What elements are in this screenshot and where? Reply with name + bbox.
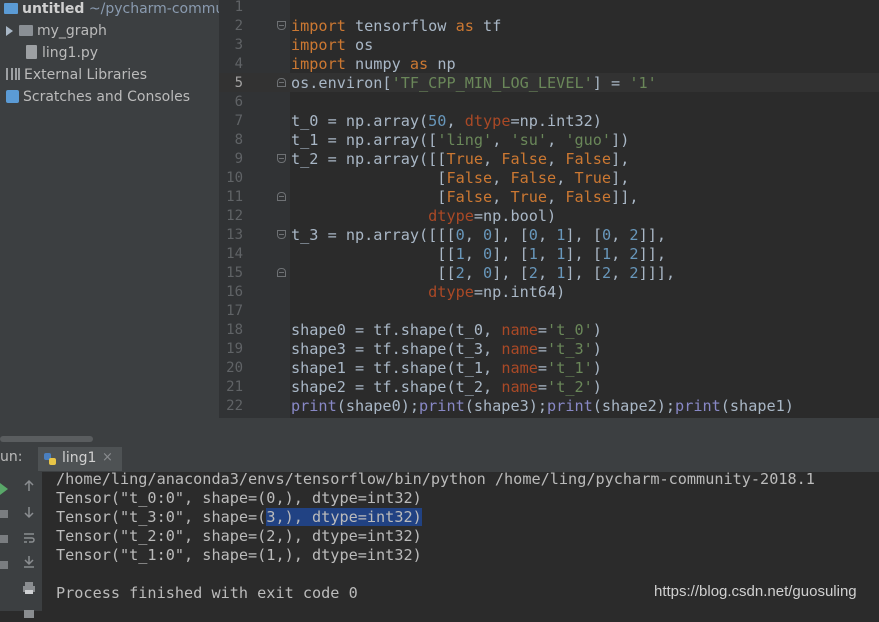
code-line: import tensorflow as tf	[291, 17, 502, 35]
horizontal-scrollbar-track	[0, 418, 879, 444]
line-number: 11	[226, 189, 243, 205]
line-number: 8	[234, 132, 243, 148]
code-line: dtype=np.bool)	[428, 207, 557, 225]
line-number: 18	[226, 322, 243, 338]
pin-icon[interactable]	[0, 530, 14, 544]
code-line: [[2, 0], [2, 1], [2, 2]]],	[291, 264, 676, 282]
line-number-current: 5	[234, 75, 243, 91]
line-number: 6	[234, 94, 243, 110]
console-selection: 3,), dtype=int32)	[266, 508, 422, 526]
soft-wrap-icon[interactable]	[22, 530, 36, 544]
line-number: 2	[234, 18, 243, 34]
scroll-up-icon[interactable]	[22, 478, 36, 492]
code-line: import numpy as np	[291, 55, 456, 73]
rerun-icon[interactable]	[0, 480, 14, 495]
scroll-to-end-icon[interactable]	[22, 554, 36, 568]
line-number: 12	[226, 208, 243, 224]
line-number: 22	[226, 398, 243, 414]
code-line: [False, False, True],	[291, 169, 630, 187]
fold-marker-icon[interactable]	[277, 21, 286, 30]
code-line: [False, True, False]],	[291, 188, 639, 206]
code-line: t_2 = np.array([[True, False, False],	[291, 150, 630, 168]
watermark: https://blog.csdn.net/guosuling	[654, 583, 857, 600]
run-label: un:	[0, 449, 23, 465]
fold-marker-icon[interactable]	[277, 268, 286, 277]
fold-marker-icon[interactable]	[277, 230, 286, 239]
console-line: Tensor("t_2:0", shape=(2,), dtype=int32)	[56, 527, 422, 545]
fold-marker-icon[interactable]	[277, 78, 286, 87]
code-line: shape2 = tf.shape(t_2, name='t_2')	[291, 378, 602, 396]
line-number: 15	[226, 265, 243, 281]
fold-marker-icon[interactable]	[277, 192, 286, 201]
code-line: import os	[291, 36, 374, 54]
line-number: 21	[226, 379, 243, 395]
horizontal-scrollbar-thumb[interactable]	[0, 436, 93, 442]
run-panel-header	[0, 444, 879, 473]
code-line: shape3 = tf.shape(t_3, name='t_3')	[291, 340, 602, 358]
console-line: Tensor("t_1:0", shape=(1,), dtype=int32)	[56, 546, 422, 564]
code-line: print(shape0);print(shape3);print(shape2…	[291, 397, 794, 415]
line-number: 16	[226, 284, 243, 300]
code-line: t_0 = np.array(50, dtype=np.int32)	[291, 112, 602, 130]
print-icon[interactable]	[22, 580, 36, 594]
line-number: 3	[234, 37, 243, 53]
console-line-part: Tensor("t_3:0", shape=(	[56, 508, 267, 526]
scroll-down-icon[interactable]	[22, 504, 36, 519]
fold-marker-icon[interactable]	[277, 154, 286, 163]
console-line: Tensor("t_3:0", shape=(3,), dtype=int32)	[56, 508, 422, 527]
line-number: 7	[234, 113, 243, 129]
console-line: /home/ling/anaconda3/envs/tensorflow/bin…	[56, 470, 815, 488]
code-line: t_3 = np.array([[[0, 0], [0, 1], [0, 2]]…	[291, 226, 667, 244]
python-icon	[43, 451, 57, 465]
run-tab-label: ling1	[62, 450, 97, 466]
line-number: 14	[226, 246, 243, 262]
line-number: 20	[226, 360, 243, 376]
line-number: 1	[234, 0, 243, 15]
console-line: Tensor("t_0:0", shape=(0,), dtype=int32)	[56, 489, 422, 507]
code-line: t_1 = np.array(['ling', 'su', 'guo'])	[291, 131, 630, 149]
console-line: Process finished with exit code 0	[56, 584, 358, 602]
line-number: 17	[226, 303, 243, 319]
line-number: 10	[226, 170, 243, 186]
stop-icon[interactable]	[0, 505, 14, 519]
line-number: 4	[234, 56, 243, 72]
line-number: 13	[226, 227, 243, 243]
code-line: os.environ['TF_CPP_MIN_LOG_LEVEL'] = '1'	[291, 74, 657, 92]
code-line: dtype=np.int64)	[428, 283, 566, 301]
line-number: 19	[226, 341, 243, 357]
code-line: shape1 = tf.shape(t_1, name='t_1')	[291, 359, 602, 377]
settings-icon[interactable]	[0, 556, 14, 570]
run-tab-ling1[interactable]: ling1 ×	[38, 447, 122, 471]
code-line: [[1, 0], [1, 1], [1, 2]],	[291, 245, 667, 263]
close-icon[interactable]: ×	[102, 450, 113, 465]
code-line: shape0 = tf.shape(t_0, name='t_0')	[291, 321, 602, 339]
delete-icon[interactable]	[22, 603, 36, 618]
line-number: 9	[234, 151, 243, 167]
